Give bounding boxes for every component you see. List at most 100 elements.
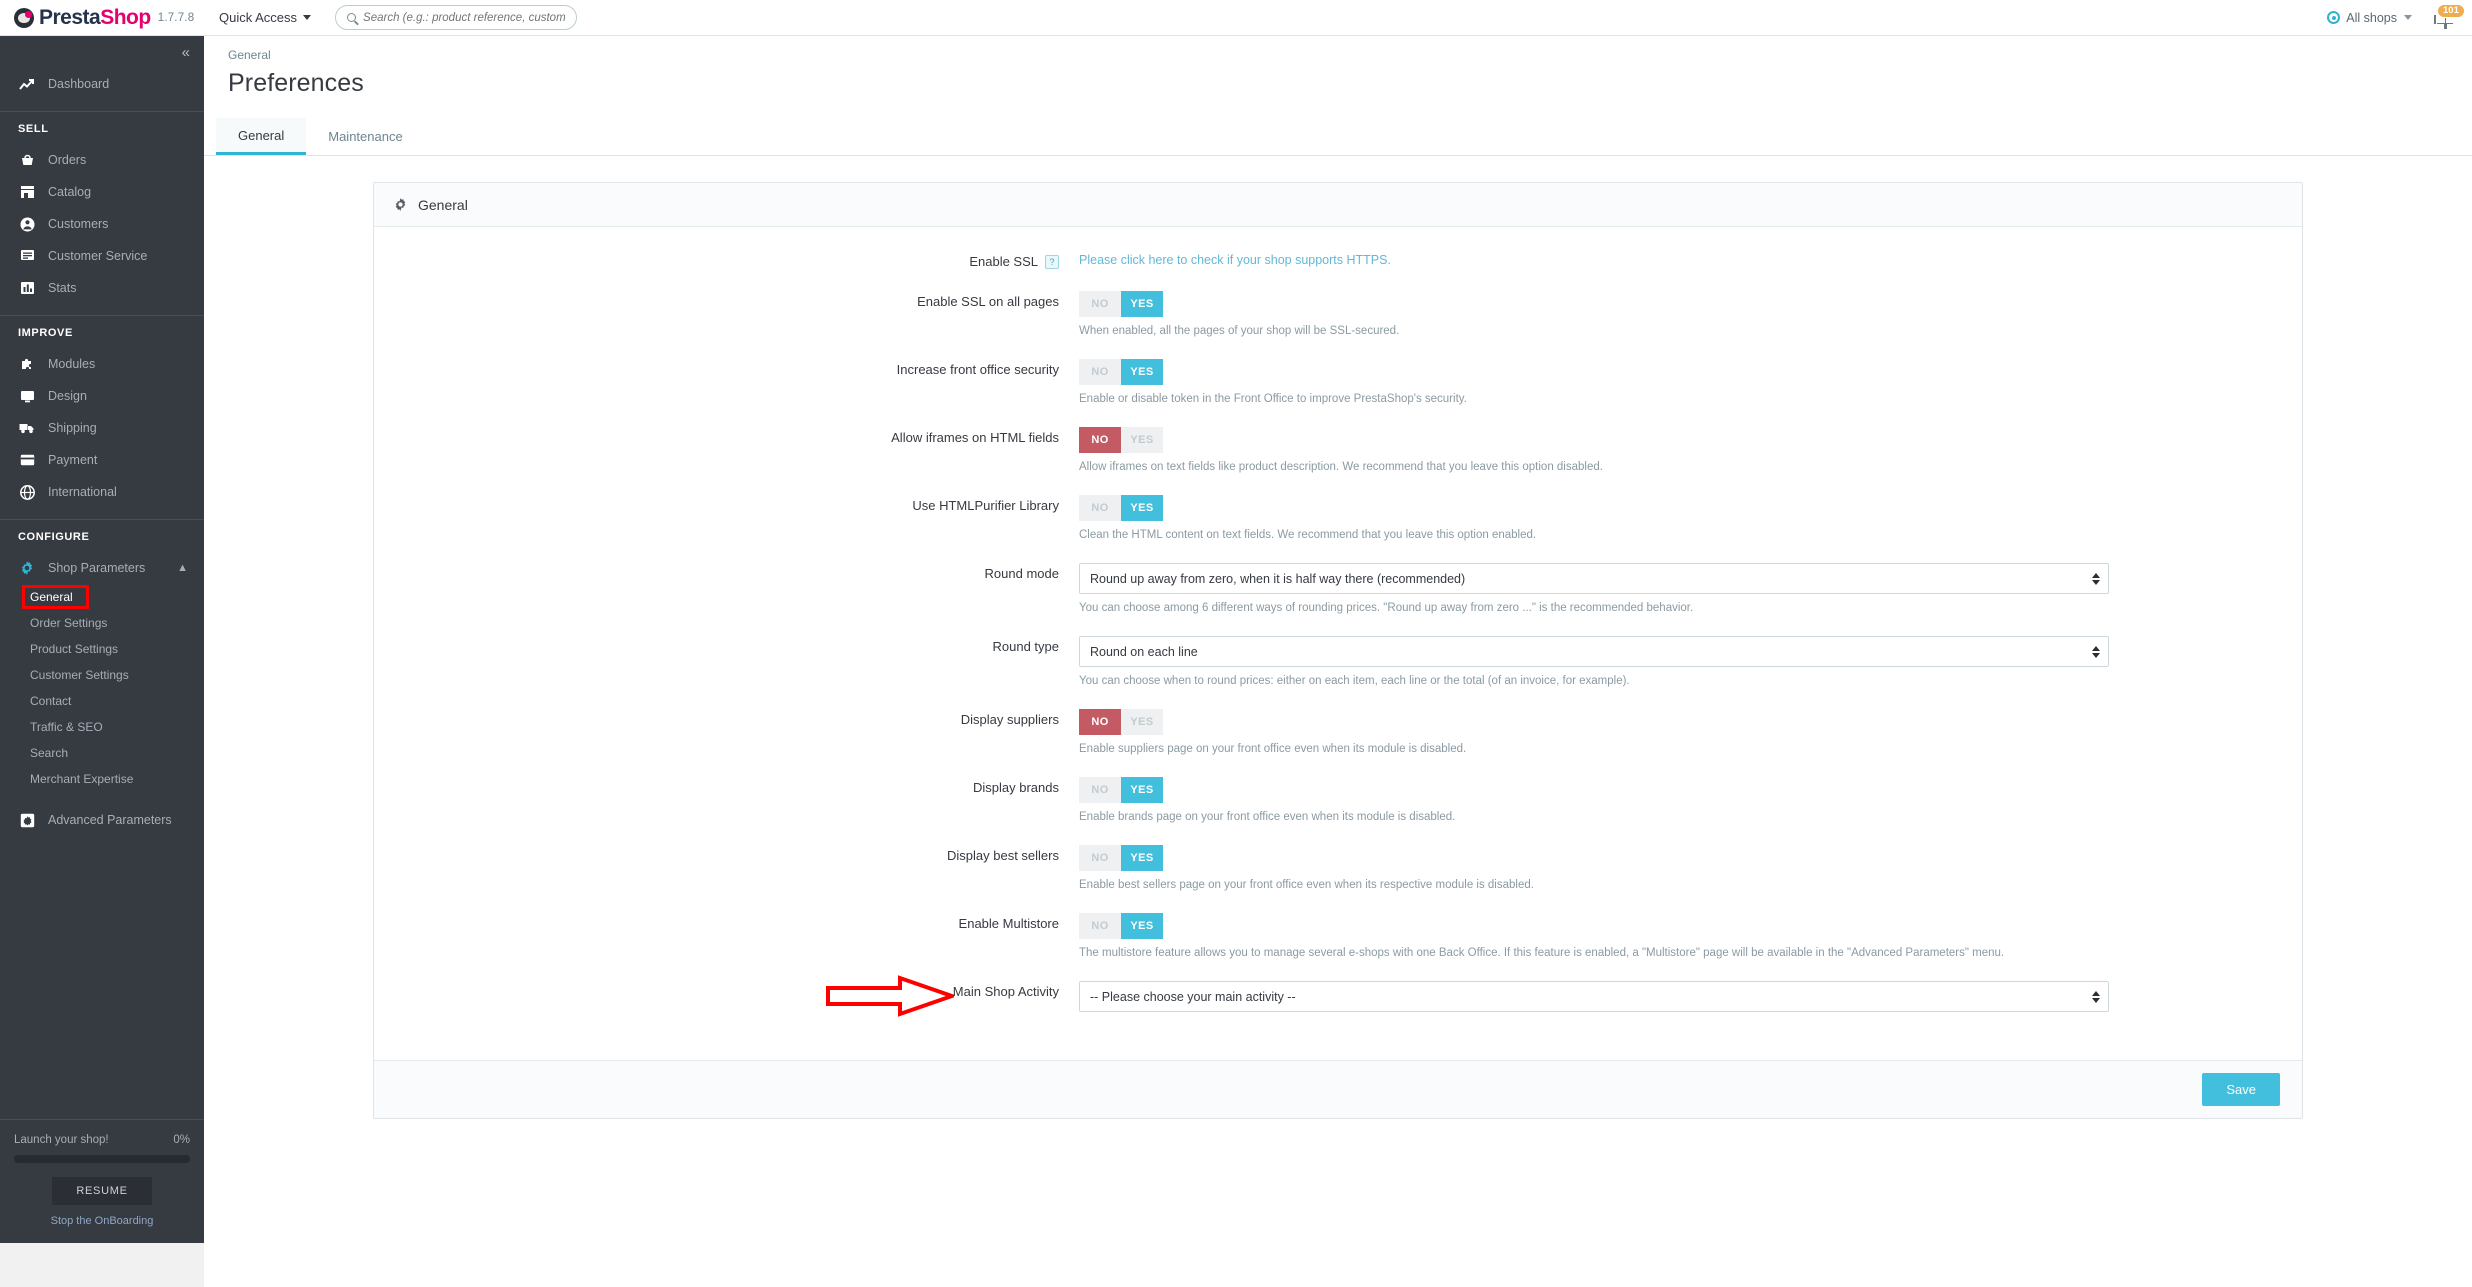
label-text: Round type — [993, 639, 1060, 654]
sidebar-item-shipping[interactable]: Shipping — [0, 412, 204, 444]
toggle-display-best-sellers[interactable]: NO YES — [1079, 845, 1163, 871]
sidebar-item-advanced-parameters[interactable]: Advanced Parameters — [0, 804, 204, 836]
sidebar-item-search[interactable]: Search — [0, 740, 204, 766]
toggle-option-no[interactable]: NO — [1079, 359, 1121, 385]
sidebar-item-modules[interactable]: Modules — [0, 348, 204, 380]
sidebar-item-contact[interactable]: Contact — [0, 688, 204, 714]
sidebar-item-general[interactable]: General — [0, 584, 204, 610]
control-increase-front-office-security: NO YES Enable or disable token in the Fr… — [1079, 359, 2302, 405]
sidebar-collapse-button[interactable]: « — [0, 36, 204, 68]
help-icon[interactable]: ? — [1045, 255, 1059, 269]
stop-onboarding-link[interactable]: Stop the OnBoarding — [14, 1215, 190, 1227]
hint-increase-front-office-security: Enable or disable token in the Front Off… — [1079, 393, 2302, 405]
toggle-option-no[interactable]: NO — [1079, 845, 1121, 871]
label-display-suppliers: Display suppliers — [374, 709, 1079, 755]
toggle-display-brands[interactable]: NO YES — [1079, 777, 1163, 803]
toggle-increase-front-office-security[interactable]: NO YES — [1079, 359, 1163, 385]
select-round-mode[interactable]: Round up away from zero, when it is half… — [1079, 563, 2109, 594]
notifications-button[interactable]: 101 — [2432, 5, 2458, 31]
select-round-type[interactable]: Round on each line — [1079, 636, 2109, 667]
global-search[interactable] — [335, 5, 577, 30]
sidebar-label-customer-service: Customer Service — [48, 249, 147, 263]
sidebar-item-catalog[interactable]: Catalog — [0, 176, 204, 208]
sidebar-item-international[interactable]: International — [0, 476, 204, 508]
select-round-mode-value[interactable]: Round up away from zero, when it is half… — [1079, 563, 2109, 594]
toggle-option-no[interactable]: NO — [1079, 777, 1121, 803]
hint-display-suppliers: Enable suppliers page on your front offi… — [1079, 743, 2302, 755]
toggle-option-yes[interactable]: YES — [1121, 777, 1163, 803]
sidebar-item-dashboard[interactable]: Dashboard — [0, 68, 204, 100]
sidebar-item-customers[interactable]: Customers — [0, 208, 204, 240]
sidebar-item-order-settings[interactable]: Order Settings — [0, 610, 204, 636]
label-text: Display brands — [973, 780, 1059, 795]
form-row-display-best-sellers: Display best sellers NO YES Enable best … — [374, 845, 2302, 891]
tab-maintenance[interactable]: Maintenance — [306, 118, 424, 155]
form-row-display-suppliers: Display suppliers NO YES Enable supplier… — [374, 709, 2302, 755]
toggle-option-yes[interactable]: YES — [1121, 291, 1163, 317]
sidebar-item-orders[interactable]: Orders — [0, 144, 204, 176]
toggle-option-yes[interactable]: YES — [1121, 845, 1163, 871]
quick-access-dropdown[interactable]: Quick Access — [219, 10, 311, 25]
toggle-option-no[interactable]: NO — [1079, 913, 1121, 939]
sidebar-item-shop-parameters[interactable]: Shop Parameters ▲ — [0, 552, 204, 584]
bar-chart-icon — [18, 280, 36, 296]
toggle-display-suppliers[interactable]: NO YES — [1079, 709, 1163, 735]
general-settings-panel: General Enable SSL ? Please click here t… — [373, 182, 2303, 1119]
form-row-main-shop-activity: Main Shop Activity -- Please choose your… — [374, 981, 2302, 1012]
sidebar-item-design[interactable]: Design — [0, 380, 204, 412]
main-sidebar: « Dashboard SELL Orders Catalog Customer… — [0, 36, 204, 1243]
eye-icon — [2327, 11, 2340, 24]
sidebar-label-international: International — [48, 485, 117, 499]
toggle-option-no[interactable]: NO — [1079, 291, 1121, 317]
all-shops-selector[interactable]: All shops — [2327, 11, 2412, 25]
page-title: Preferences — [204, 62, 2472, 98]
save-button[interactable]: Save — [2202, 1073, 2280, 1106]
toggle-option-yes[interactable]: YES — [1121, 427, 1163, 453]
toggle-htmlpurifier[interactable]: NO YES — [1079, 495, 1163, 521]
toggle-allow-iframes[interactable]: NO YES — [1079, 427, 1163, 453]
toggle-option-no[interactable]: NO — [1079, 709, 1121, 735]
search-icon — [347, 13, 356, 22]
hint-round-mode: You can choose among 6 different ways of… — [1079, 602, 2302, 614]
toggle-option-yes[interactable]: YES — [1121, 913, 1163, 939]
select-main-shop-activity[interactable]: -- Please choose your main activity -- — [1079, 981, 2109, 1012]
sidebar-item-customer-service[interactable]: Customer Service — [0, 240, 204, 272]
sidebar-label-contact: Contact — [30, 694, 71, 708]
tab-general[interactable]: General — [216, 118, 306, 155]
page-tabs: General Maintenance — [204, 118, 2472, 156]
toggle-option-yes[interactable]: YES — [1121, 359, 1163, 385]
sidebar-item-customer-settings[interactable]: Customer Settings — [0, 662, 204, 688]
select-main-shop-activity-value[interactable]: -- Please choose your main activity -- — [1079, 981, 2109, 1012]
sidebar-item-stats[interactable]: Stats — [0, 272, 204, 304]
form-row-round-type: Round type Round on each line You can ch… — [374, 636, 2302, 687]
onboarding-percent: 0% — [173, 1134, 190, 1146]
panel-body: Enable SSL ? Please click here to check … — [374, 227, 2302, 1060]
sidebar-item-payment[interactable]: Payment — [0, 444, 204, 476]
toggle-enable-ssl-all-pages[interactable]: NO YES — [1079, 291, 1163, 317]
form-row-allow-iframes: Allow iframes on HTML fields NO YES Allo… — [374, 427, 2302, 473]
toggle-option-no[interactable]: NO — [1079, 427, 1121, 453]
onboarding-title: Launch your shop! — [14, 1134, 109, 1146]
toggle-enable-multistore[interactable]: NO YES — [1079, 913, 1163, 939]
form-row-display-brands: Display brands NO YES Enable brands page… — [374, 777, 2302, 823]
sidebar-label-catalog: Catalog — [48, 185, 91, 199]
prestashop-logo[interactable]: PrestaShop 1.7.7.8 — [0, 0, 204, 36]
form-row-increase-front-office-security: Increase front office security NO YES En… — [374, 359, 2302, 405]
onboarding-resume-button[interactable]: RESUME — [52, 1177, 151, 1205]
search-input[interactable] — [363, 12, 565, 24]
sidebar-item-merchant-expertise[interactable]: Merchant Expertise — [0, 766, 204, 792]
hint-enable-multistore: The multistore feature allows you to man… — [1079, 947, 2302, 959]
label-display-best-sellers: Display best sellers — [374, 845, 1079, 891]
toggle-option-yes[interactable]: YES — [1121, 495, 1163, 521]
https-check-link[interactable]: Please click here to check if your shop … — [1079, 253, 1391, 267]
sidebar-label-dashboard: Dashboard — [48, 77, 109, 91]
main-content: General Preferences General Maintenance … — [204, 36, 2472, 1243]
sidebar-item-traffic-seo[interactable]: Traffic & SEO — [0, 714, 204, 740]
monitor-icon — [18, 388, 36, 404]
toggle-option-yes[interactable]: YES — [1121, 709, 1163, 735]
toggle-option-no[interactable]: NO — [1079, 495, 1121, 521]
sidebar-item-product-settings[interactable]: Product Settings — [0, 636, 204, 662]
quick-access-label: Quick Access — [219, 10, 297, 25]
select-round-type-value[interactable]: Round on each line — [1079, 636, 2109, 667]
control-display-best-sellers: NO YES Enable best sellers page on your … — [1079, 845, 2302, 891]
